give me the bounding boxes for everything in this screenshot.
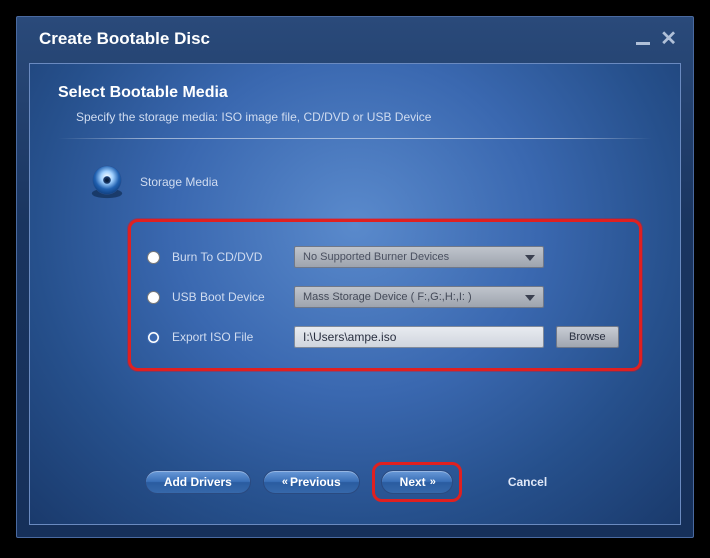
label-iso: Export ISO File xyxy=(172,330,282,344)
storage-media-label: Storage Media xyxy=(140,175,218,189)
next-button-highlight: Next » xyxy=(372,462,462,502)
divider xyxy=(58,138,652,139)
close-icon[interactable]: ✕ xyxy=(660,29,677,49)
dropdown-usb[interactable]: Mass Storage Device ( F:,G:,H:,I: ) xyxy=(294,286,544,308)
label-cd-dvd: Burn To CD/DVD xyxy=(172,250,282,264)
option-usb-row: USB Boot Device Mass Storage Device ( F:… xyxy=(147,286,623,308)
button-row: Add Drivers « Previous Next » Cancel xyxy=(30,462,680,502)
dialog-content: Select Bootable Media Specify the storag… xyxy=(29,63,681,525)
label-usb: USB Boot Device xyxy=(172,290,282,304)
browse-button[interactable]: Browse xyxy=(556,326,619,348)
storage-media-header: Storage Media xyxy=(88,163,652,201)
dropdown-cd-dvd[interactable]: No Supported Burner Devices xyxy=(294,246,544,268)
previous-button[interactable]: « Previous xyxy=(263,470,360,494)
chevron-right-icon: » xyxy=(430,476,434,488)
minimize-icon[interactable] xyxy=(636,42,650,45)
page-heading: Select Bootable Media xyxy=(58,84,652,102)
option-iso-row: Export ISO File Browse xyxy=(147,326,623,348)
options-group-highlight: Burn To CD/DVD No Supported Burner Devic… xyxy=(128,219,642,371)
page-subheading: Specify the storage media: ISO image fil… xyxy=(76,110,652,124)
dialog-window: Create Bootable Disc ✕ Select Bootable M… xyxy=(16,16,694,538)
disc-icon xyxy=(88,163,126,201)
next-button-label: Next xyxy=(400,475,426,489)
iso-path-input[interactable] xyxy=(294,326,544,348)
titlebar: Create Bootable Disc ✕ xyxy=(17,17,693,59)
window-controls: ✕ xyxy=(636,29,677,49)
radio-usb[interactable] xyxy=(147,291,160,304)
option-cd-dvd-row: Burn To CD/DVD No Supported Burner Devic… xyxy=(147,246,623,268)
previous-button-label: Previous xyxy=(290,475,341,489)
window-title: Create Bootable Disc xyxy=(39,29,210,49)
next-button[interactable]: Next » xyxy=(381,470,453,494)
radio-iso[interactable] xyxy=(147,331,160,344)
chevron-left-icon: « xyxy=(282,476,286,488)
radio-cd-dvd[interactable] xyxy=(147,251,160,264)
add-drivers-button[interactable]: Add Drivers xyxy=(145,470,251,494)
cancel-button[interactable]: Cancel xyxy=(490,470,565,494)
